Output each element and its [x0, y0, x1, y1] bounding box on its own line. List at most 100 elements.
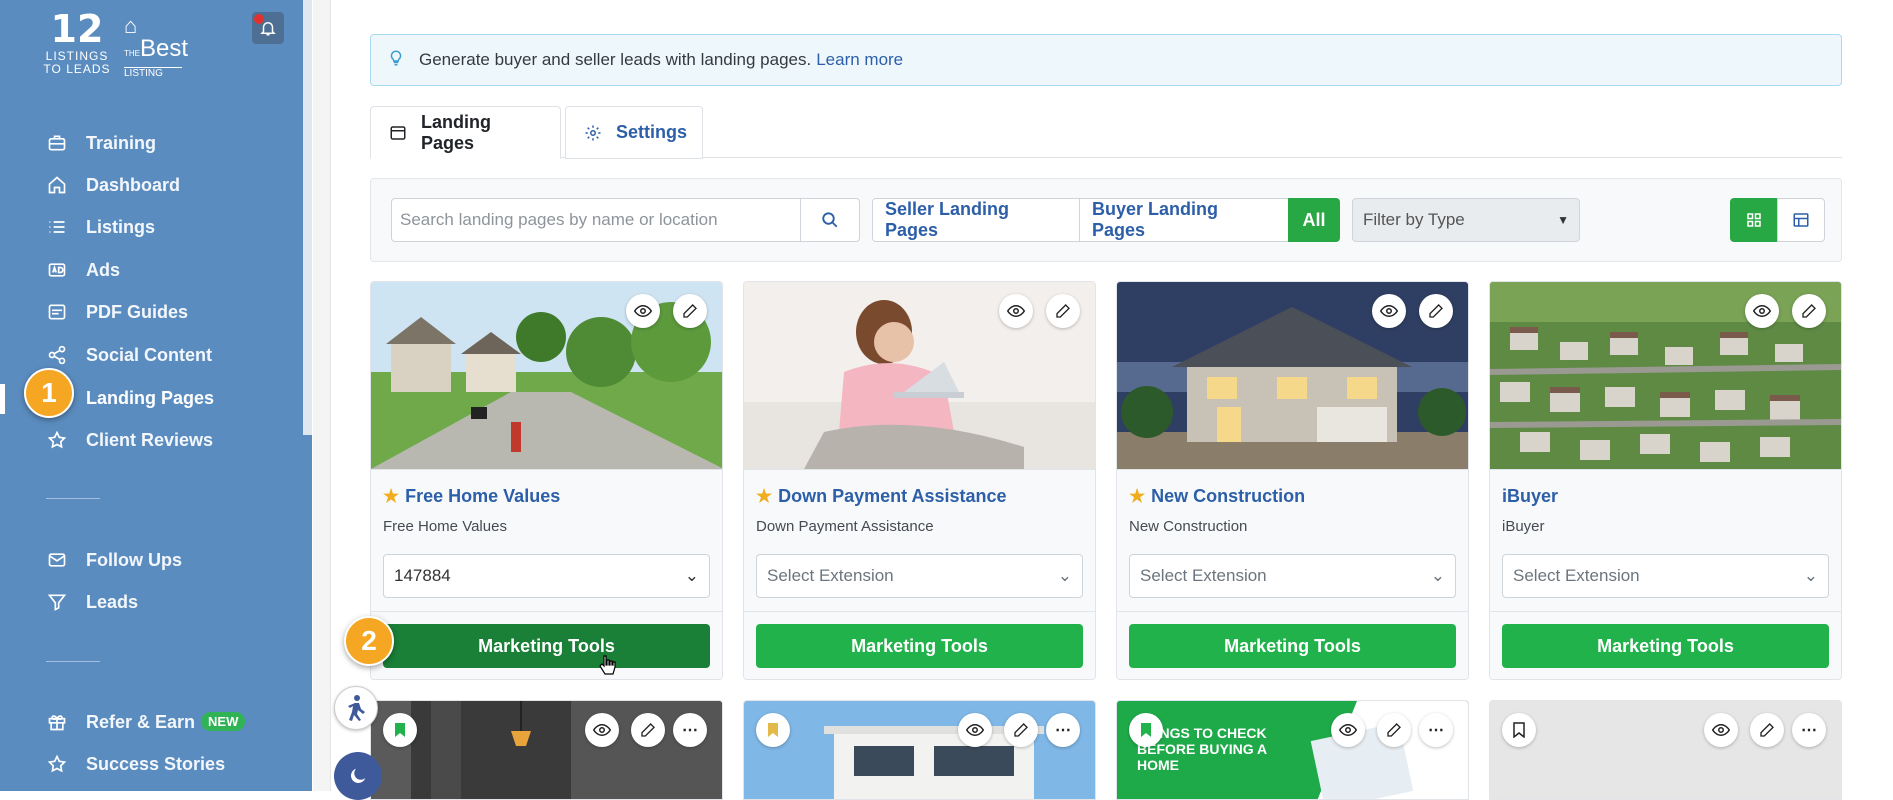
- preview-button[interactable]: [958, 713, 992, 747]
- info-banner: Generate buyer and seller leads with lan…: [370, 34, 1842, 86]
- edit-button[interactable]: [1750, 713, 1784, 747]
- bookmark-button[interactable]: [756, 713, 790, 747]
- marketing-tools-button[interactable]: Marketing Tools: [1129, 624, 1456, 668]
- notification-bell-button[interactable]: [252, 12, 284, 44]
- sidebar-item-follow-ups[interactable]: Follow Ups: [0, 539, 312, 581]
- edit-button[interactable]: [1046, 294, 1080, 328]
- search-input[interactable]: Search landing pages by name or location: [391, 198, 801, 242]
- preview-button[interactable]: [585, 713, 619, 747]
- table-view-button[interactable]: [1777, 198, 1825, 242]
- sidebar-item-label: Refer & Earn: [86, 711, 196, 732]
- sidebar-item-label: Success Stories: [86, 753, 226, 774]
- listings-to-leads-logo[interactable]: 12 LISTINGS TO LEADS: [42, 8, 112, 76]
- card-image-aerial-neighborhood: [1490, 282, 1841, 469]
- star-icon: ★: [756, 486, 773, 506]
- card-title[interactable]: iBuyer: [1502, 486, 1558, 507]
- extension-select[interactable]: Select Extension ⌄: [756, 554, 1083, 598]
- tab-landing-pages[interactable]: Landing Pages: [370, 106, 561, 159]
- bookmark-button[interactable]: [383, 713, 417, 747]
- home-icon: [46, 174, 68, 196]
- more-button[interactable]: ⋯: [1046, 713, 1080, 747]
- preview-button[interactable]: [999, 294, 1033, 328]
- bookmark-button[interactable]: [1129, 713, 1163, 747]
- edit-button[interactable]: [673, 294, 707, 328]
- notification-dot: [254, 14, 264, 24]
- seg-label: Seller Landing Pages: [885, 199, 1010, 240]
- edit-button[interactable]: [1004, 713, 1038, 747]
- more-button[interactable]: ⋯: [1792, 713, 1826, 747]
- extension-select[interactable]: Select Extension ⌄: [1502, 554, 1829, 598]
- extension-select[interactable]: 147884 ⌄: [383, 554, 710, 598]
- filter-bar: Search landing pages by name or location…: [370, 178, 1842, 262]
- chevron-down-icon: ⌄: [1803, 566, 1818, 585]
- moon-icon: [350, 768, 366, 784]
- sidebar-item-pdf-guides[interactable]: PDF Guides: [0, 291, 312, 333]
- edit-button[interactable]: [1419, 294, 1453, 328]
- marketing-tools-button[interactable]: Marketing Tools: [1502, 624, 1829, 668]
- sidebar-item-refer-earn[interactable]: Refer & Earn NEW: [0, 701, 312, 743]
- more-button[interactable]: ⋯: [673, 713, 707, 747]
- card-title[interactable]: ★ Down Payment Assistance: [756, 486, 1007, 507]
- search-button[interactable]: [800, 198, 860, 242]
- more-icon: ⋯: [682, 722, 698, 739]
- edit-button[interactable]: [1377, 713, 1411, 747]
- preview-button[interactable]: [1331, 713, 1365, 747]
- lightbulb-icon: [387, 49, 405, 72]
- marketing-tools-button[interactable]: Marketing Tools: [383, 624, 710, 668]
- theme-toggle-button[interactable]: [334, 752, 382, 800]
- more-button[interactable]: ⋯: [1419, 713, 1453, 747]
- new-badge: NEW: [201, 711, 246, 731]
- pencil-icon: [1014, 723, 1028, 737]
- all-button[interactable]: All: [1288, 198, 1340, 242]
- card-title-text: Down Payment Assistance: [778, 486, 1007, 506]
- preview-button[interactable]: [1372, 294, 1406, 328]
- chevron-down-icon: ⌄: [684, 566, 699, 585]
- card-image-interior: [371, 701, 722, 799]
- buyer-landing-pages-button[interactable]: Buyer Landing Pages: [1079, 198, 1289, 242]
- card-title[interactable]: ★ Free Home Values: [383, 486, 560, 507]
- step-badge-1: 1: [24, 368, 74, 418]
- eye-icon: [1007, 304, 1025, 318]
- more-icon: ⋯: [1428, 722, 1444, 739]
- tab-settings[interactable]: Settings: [565, 106, 703, 159]
- bookmark-button[interactable]: [1502, 713, 1536, 747]
- grid-view-button[interactable]: [1730, 198, 1778, 242]
- preview-button[interactable]: [1704, 713, 1738, 747]
- briefcase-icon: [46, 132, 68, 154]
- tab-bar: Landing Pages Settings: [370, 106, 1842, 159]
- card-divider: [371, 611, 722, 612]
- sidebar-item-training[interactable]: Training: [0, 122, 312, 164]
- sidebar-item-ads[interactable]: Ads: [0, 249, 312, 291]
- sidebar-item-label: Follow Ups: [86, 549, 182, 570]
- gear-icon: [584, 124, 602, 142]
- best-listing-logo[interactable]: ⌂ THEBest LISTING: [124, 15, 194, 79]
- sidebar-item-client-reviews[interactable]: Client Reviews: [0, 419, 312, 461]
- sidebar-item-dashboard[interactable]: Dashboard: [0, 164, 312, 206]
- sidebar-item-success-stories[interactable]: Success Stories: [0, 743, 312, 785]
- learn-more-link[interactable]: Learn more: [816, 50, 903, 70]
- star-icon: ★: [383, 486, 400, 506]
- sidebar-item-listings[interactable]: Listings: [0, 206, 312, 248]
- edit-button[interactable]: [631, 713, 665, 747]
- eye-icon: [1753, 304, 1771, 318]
- pencil-icon: [683, 304, 697, 318]
- sidebar-item-leads[interactable]: Leads: [0, 581, 312, 623]
- bookmark-icon: [395, 723, 405, 737]
- table-icon: [1793, 213, 1809, 227]
- bookmark-icon: [768, 723, 778, 737]
- step-badge-2: 2: [344, 616, 394, 666]
- edit-button[interactable]: [1792, 294, 1826, 328]
- marketing-tools-button[interactable]: Marketing Tools: [756, 624, 1083, 668]
- card-title[interactable]: ★ New Construction: [1129, 486, 1305, 507]
- accessibility-button[interactable]: [334, 686, 378, 730]
- share-icon: [46, 344, 68, 366]
- eye-icon: [966, 723, 984, 737]
- star-icon: ★: [1129, 486, 1146, 506]
- logo-line2: TO LEADS: [43, 62, 111, 76]
- extension-select[interactable]: Select Extension ⌄: [1129, 554, 1456, 598]
- seller-landing-pages-button[interactable]: Seller Landing Pages: [872, 198, 1080, 242]
- filter-by-type-select[interactable]: Filter by Type ▼: [1352, 198, 1580, 242]
- preview-button[interactable]: [626, 294, 660, 328]
- preview-button[interactable]: [1745, 294, 1779, 328]
- sidebar-scrollbar[interactable]: [303, 0, 312, 435]
